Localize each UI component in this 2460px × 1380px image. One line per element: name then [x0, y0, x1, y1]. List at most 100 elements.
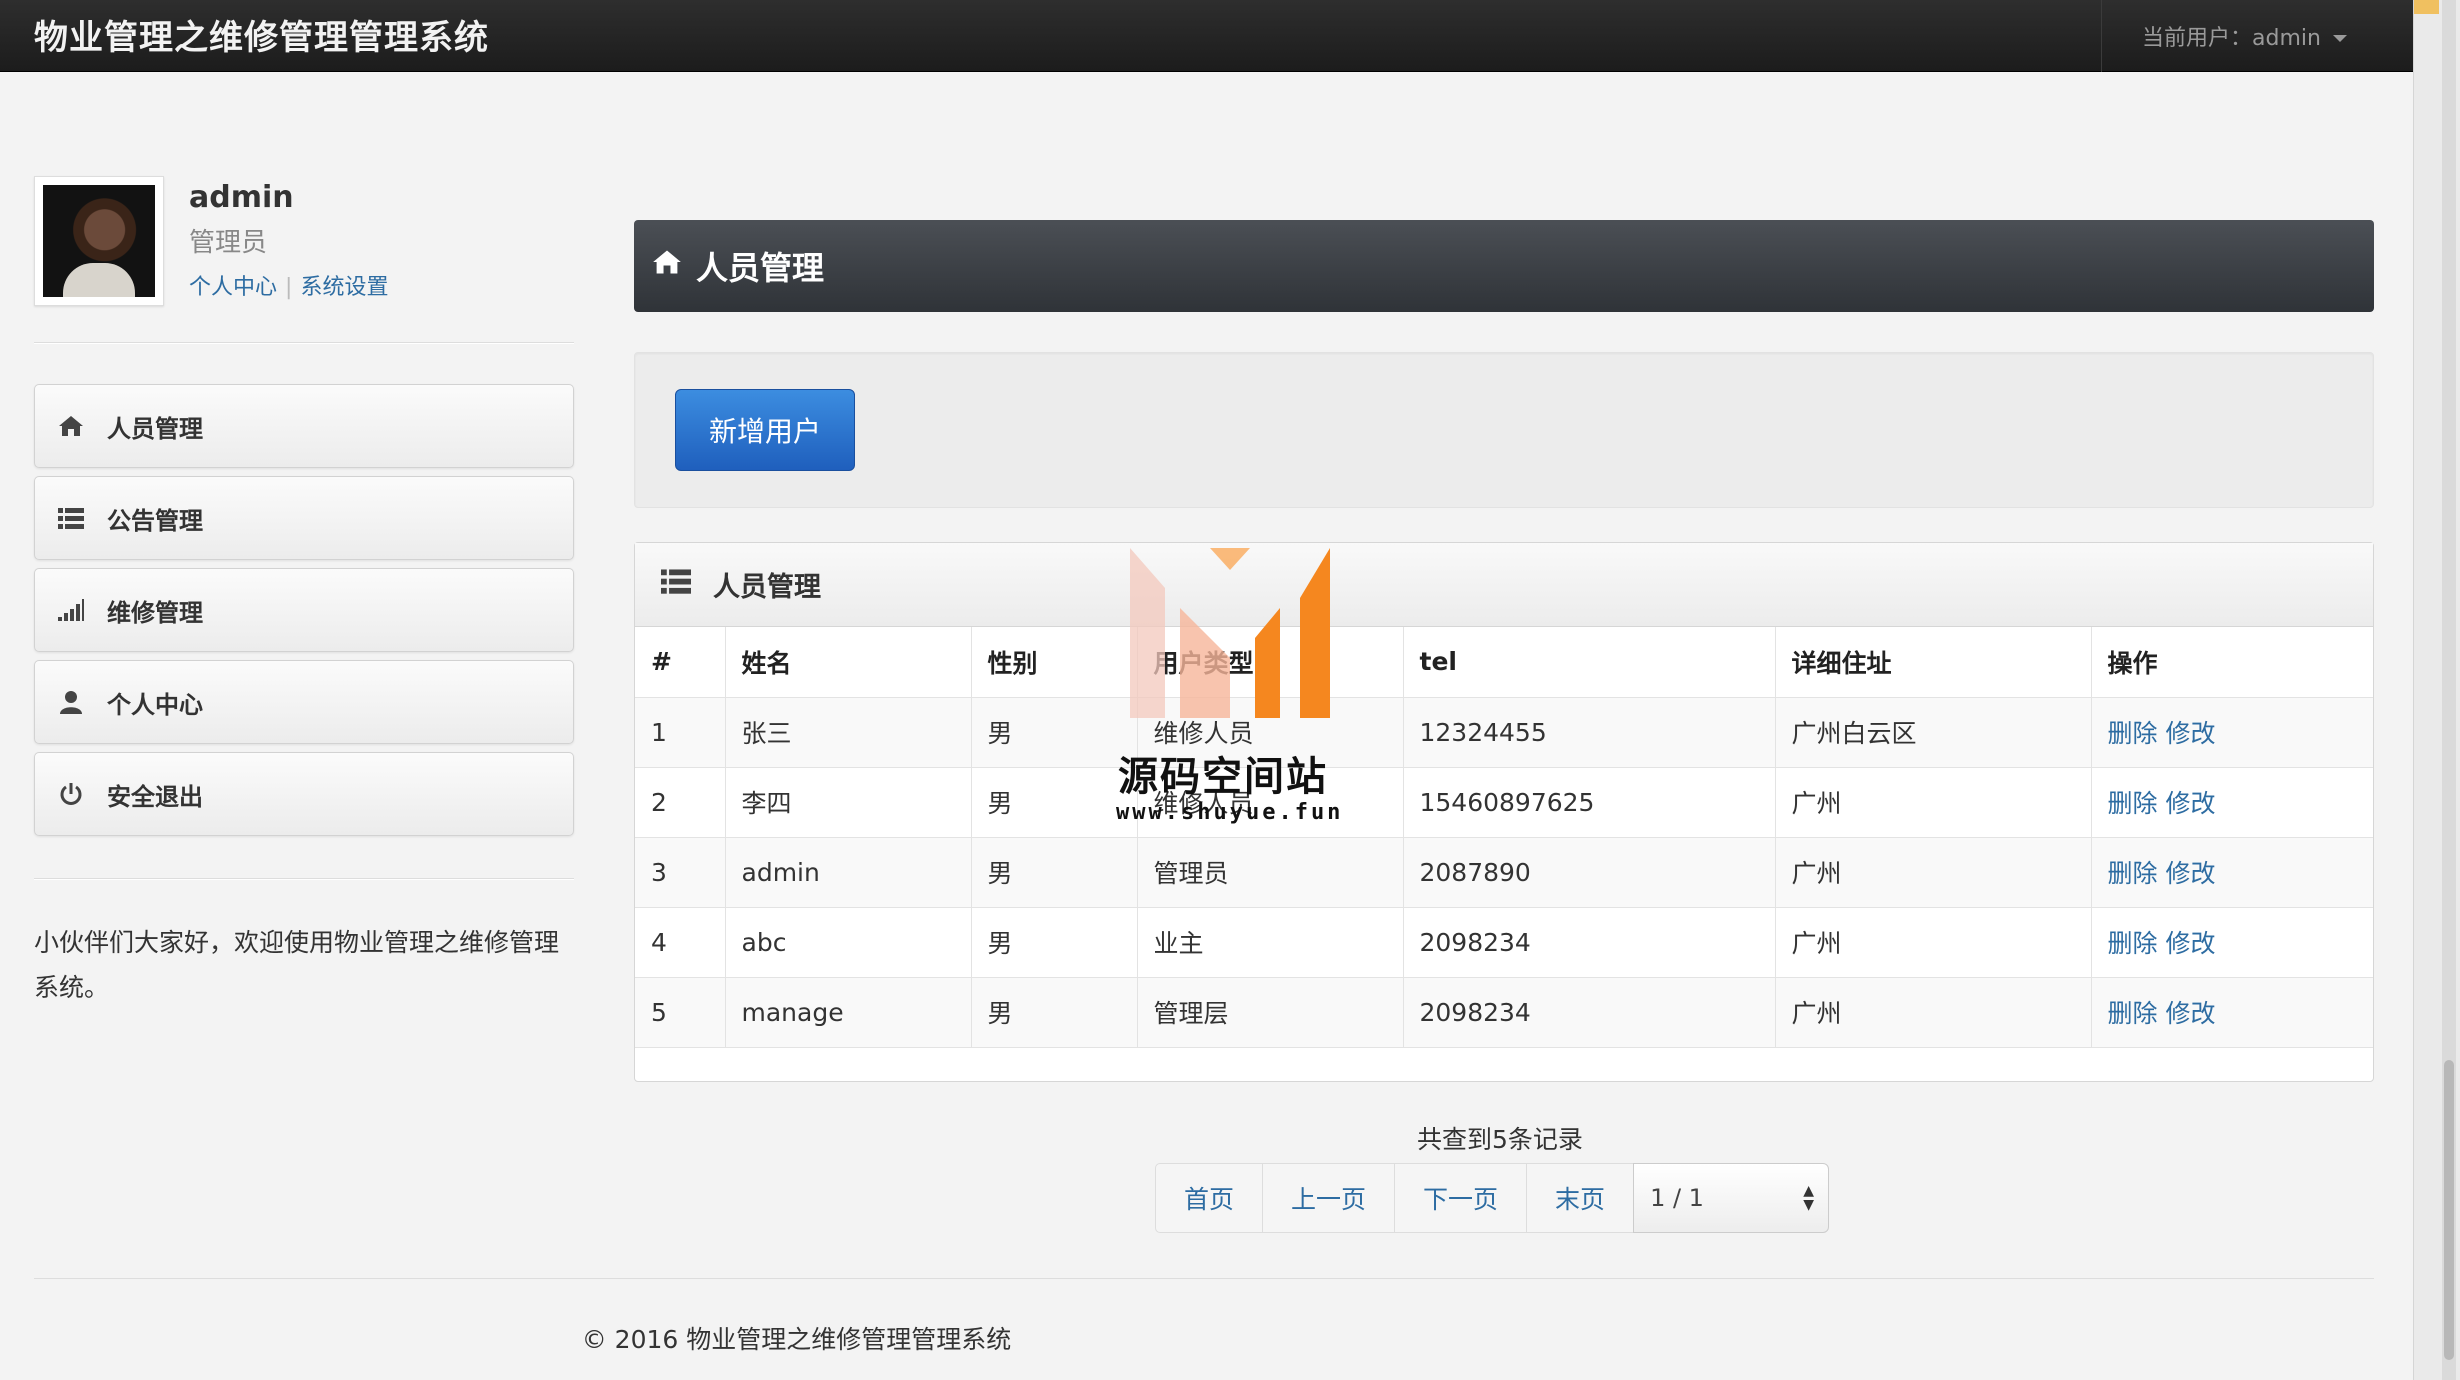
sidebar-item-personal-center[interactable]: 个人中心 [34, 660, 574, 744]
cell-index: 3 [635, 836, 726, 908]
pagination: 首页 上一页 下一页 末页 1 / 1 ▲ ▼ [1155, 1163, 1830, 1233]
cell-actions: 删除 修改 [2090, 906, 2373, 978]
cell-address: 广州 [1774, 766, 2092, 838]
list-icon [57, 504, 85, 532]
home-icon [57, 412, 85, 440]
edit-link[interactable]: 修改 [2166, 859, 2216, 888]
column-header: 用户类型 [1136, 627, 1404, 698]
cell-gender: 男 [970, 906, 1138, 978]
sidebar-item-label: 维修管理 [107, 598, 203, 627]
app-title[interactable]: 物业管理之维修管理管理系统 [34, 10, 489, 59]
watermark-text: 源码空间站 [1118, 754, 1328, 800]
delete-link[interactable]: 删除 [2108, 859, 2158, 888]
system-settings-link[interactable]: 系统设置 [300, 275, 388, 300]
cell-tel: 2098234 [1402, 906, 1776, 978]
list-icon [661, 568, 691, 601]
window-edge-marker [2414, 0, 2439, 14]
sidebar-menu: 人员管理 公告管理 维修管理 个人中心 安全退出 [34, 384, 574, 844]
cell-address: 广州 [1774, 836, 2092, 908]
delete-link[interactable]: 删除 [2108, 999, 2158, 1028]
sidebar-divider-bottom [34, 878, 574, 880]
next-page-button[interactable]: 下一页 [1394, 1163, 1528, 1233]
sidebar-item-label: 人员管理 [107, 414, 203, 443]
cell-name: 张三 [724, 696, 972, 768]
sidebar-item-label: 公告管理 [107, 506, 203, 535]
link-separator: | [285, 275, 293, 300]
current-user-dropdown[interactable]: 当前用户：admin [2101, 0, 2413, 72]
edit-link[interactable]: 修改 [2166, 789, 2216, 818]
cell-user-type: 业主 [1136, 906, 1404, 978]
cell-user-type: 管理员 [1136, 836, 1404, 908]
cell-address: 广州 [1774, 976, 2092, 1048]
delete-link[interactable]: 删除 [2108, 719, 2158, 748]
cell-name: manage [724, 976, 972, 1048]
profile-links: 个人中心 | 系统设置 [189, 269, 388, 301]
current-user-label: 当前用户：admin [2142, 26, 2321, 51]
select-arrows-icon: ▲ ▼ [1803, 1183, 1815, 1213]
cell-actions: 删除 修改 [2090, 696, 2373, 768]
record-count: 共查到5条记录 [1417, 1125, 1583, 1154]
column-header: tel [1402, 627, 1776, 698]
delete-link[interactable]: 删除 [2108, 929, 2158, 958]
table-row: 5 manage 男 管理层 2098234 广州 删除 修改 [635, 976, 2373, 1048]
window-scrollbar[interactable] [2413, 0, 2460, 1380]
cell-name: 李四 [724, 766, 972, 838]
edit-link[interactable]: 修改 [2166, 719, 2216, 748]
welcome-message: 小伙伴们大家好，欢迎使用物业管理之维修管理系统。 [34, 928, 560, 1002]
last-page-button[interactable]: 末页 [1526, 1163, 1635, 1233]
cell-index: 2 [635, 766, 726, 838]
cell-tel: 2087890 [1402, 836, 1776, 908]
add-user-button[interactable]: 新增用户 [675, 389, 855, 471]
cell-address: 广州 [1774, 906, 2092, 978]
home-icon [652, 248, 682, 284]
personnel-table: # 姓名 性别 用户类型 tel 详细住址 操作 1 张三 男 维修人员 123… [635, 627, 2373, 1048]
table-title: 人员管理 [713, 572, 821, 603]
page-select[interactable]: 1 / 1 ▲ ▼ [1633, 1163, 1830, 1233]
table-row: 4 abc 男 业主 2098234 广州 删除 修改 [635, 906, 2373, 978]
column-header: 性别 [970, 627, 1138, 698]
sidebar-item-logout[interactable]: 安全退出 [34, 752, 574, 836]
column-header: 详细住址 [1774, 627, 2092, 698]
table-row: 1 张三 男 维修人员 12324455 广州白云区 删除 修改 [635, 696, 2373, 768]
profile-role: 管理员 [189, 228, 268, 258]
edit-link[interactable]: 修改 [2166, 999, 2216, 1028]
user-profile: admin 管理员 个人中心 | 系统设置 [34, 176, 574, 306]
page-title: 人员管理 [696, 249, 825, 287]
table-row: 2 李四 男 维修人员 15460897625 广州 删除 修改 [635, 766, 2373, 838]
cell-tel: 15460897625 [1402, 766, 1776, 838]
table-row: 3 admin 男 管理员 2087890 广州 删除 修改 [635, 836, 2373, 908]
cell-name: admin [724, 836, 972, 908]
footer: © 2016 物业管理之维修管理管理系统 [0, 1320, 2413, 1356]
chevron-down-icon [2332, 34, 2347, 42]
first-page-button[interactable]: 首页 [1155, 1163, 1264, 1233]
user-icon [57, 688, 85, 716]
cell-name: abc [724, 906, 972, 978]
scrollbar-thumb[interactable] [2444, 1060, 2454, 1360]
cell-address: 广州白云区 [1774, 696, 2092, 768]
delete-link[interactable]: 删除 [2108, 789, 2158, 818]
footer-copyright: © 2016 物业管理之维修管理管理系统 [581, 1325, 1012, 1354]
sidebar-item-label: 安全退出 [107, 782, 203, 811]
column-header: # [635, 627, 726, 698]
cell-gender: 男 [970, 696, 1138, 768]
sidebar-item-personnel[interactable]: 人员管理 [34, 384, 574, 468]
sidebar-item-repairs[interactable]: 维修管理 [34, 568, 574, 652]
cell-user-type: 管理层 [1136, 976, 1404, 1048]
cell-gender: 男 [970, 766, 1138, 838]
signal-icon [57, 596, 85, 624]
page-header: 人员管理 [634, 220, 2374, 312]
cell-gender: 男 [970, 976, 1138, 1048]
prev-page-button[interactable]: 上一页 [1262, 1163, 1396, 1233]
sidebar-item-label: 个人中心 [107, 690, 203, 719]
action-toolbar: 新增用户 [634, 352, 2374, 508]
sidebar-item-announcements[interactable]: 公告管理 [34, 476, 574, 560]
avatar [34, 176, 164, 306]
table-header-row: # 姓名 性别 用户类型 tel 详细住址 操作 [635, 627, 2373, 698]
cell-tel: 2098234 [1402, 976, 1776, 1048]
personal-center-link[interactable]: 个人中心 [189, 275, 277, 300]
table-panel-header: 人员管理 [635, 543, 2373, 627]
profile-name: admin [189, 180, 294, 215]
cell-gender: 男 [970, 836, 1138, 908]
edit-link[interactable]: 修改 [2166, 929, 2216, 958]
column-header: 姓名 [724, 627, 972, 698]
